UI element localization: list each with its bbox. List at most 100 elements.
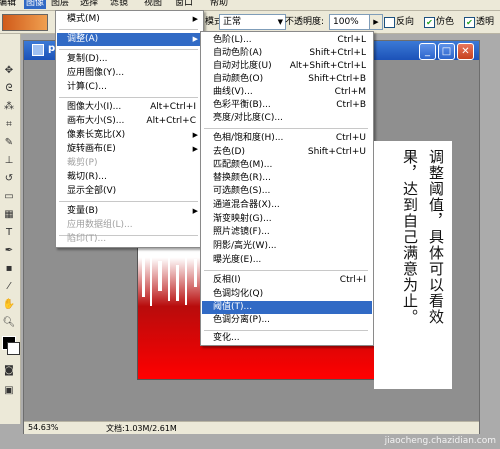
menu-help[interactable]: 帮助 (210, 0, 228, 9)
image-menu-item-variables[interactable]: 变量(B) ▶ (57, 205, 202, 218)
brush-tool-icon[interactable]: ✎ (2, 136, 16, 149)
gradient-swatch[interactable] (2, 14, 48, 31)
menu-separator (204, 270, 368, 271)
screen-mode-icon[interactable]: ▣ (2, 384, 16, 397)
image-menu-item-duplicate[interactable]: 复制(D)... (57, 53, 202, 66)
mode-value: 正常 (223, 17, 242, 27)
adjust-item-gradient-map[interactable]: 渐变映射(G)... (202, 213, 372, 226)
handwritten-note: 调整阈值，具体可以看效 果，达到自己满意为止。 (374, 141, 452, 389)
document-size: 文档:1.03M/2.61M (106, 424, 177, 433)
menu-separator (59, 97, 198, 98)
crop-tool-icon[interactable]: ⌗ (2, 118, 16, 131)
menu-view[interactable]: 视图 (144, 0, 162, 9)
background-color-swatch[interactable] (7, 342, 20, 355)
adjust-item-variations[interactable]: 变化... (202, 332, 372, 345)
adjust-item-equalize[interactable]: 色调均化(Q) (202, 288, 372, 301)
adjust-item-photo-filter[interactable]: 照片滤镜(F)... (202, 226, 372, 239)
adjust-item-desaturate[interactable]: 去色(D) Shift+Ctrl+U (202, 146, 372, 159)
move-tool-icon[interactable]: ✥ (2, 64, 16, 77)
image-menu-item-canvas-size[interactable]: 画布大小(S)... Alt+Ctrl+C (57, 115, 202, 128)
chevron-down-icon: ▼ (277, 18, 283, 26)
dither-label: 仿色 (436, 17, 455, 27)
adjust-item-hue-saturation[interactable]: 色相/饱和度(H)... Ctrl+U (202, 132, 372, 145)
menu-separator (59, 29, 198, 30)
adjust-item-auto-levels[interactable]: 自动色阶(A) Shift+Ctrl+L (202, 47, 372, 60)
submenu-arrow-icon: ▶ (192, 131, 198, 139)
opacity-label: 不透明度: (285, 17, 325, 27)
opacity-dropdown-button[interactable]: ▶ (369, 14, 383, 30)
image-menu-item-reveal-all[interactable]: 显示全部(V) (57, 185, 202, 198)
quick-mask-icon[interactable]: ◙ (2, 364, 16, 377)
adjust-item-invert[interactable]: 反相(I) Ctrl+I (202, 274, 372, 287)
image-menu-item-crop[interactable]: 裁剪(P) (57, 157, 202, 170)
menu-select[interactable]: 选择 (80, 0, 98, 9)
maximize-button[interactable]: □ (438, 43, 455, 60)
reverse-label: 反向 (396, 17, 415, 27)
shape-tool-icon[interactable]: ▪ (2, 262, 16, 275)
image-menu-item-image-size[interactable]: 图像大小(I)... Alt+Ctrl+I (57, 101, 202, 114)
adjust-item-threshold[interactable]: 阈值(T)... (202, 301, 372, 314)
adjust-item-exposure[interactable]: 曝光度(E)... (202, 254, 372, 267)
adjust-item-auto-color[interactable]: 自动颜色(O) Shift+Ctrl+B (202, 73, 372, 86)
submenu-arrow-icon: ▶ (192, 207, 198, 215)
note-column-2: 果，达到自己满意为止。 (401, 149, 419, 325)
document-icon (32, 44, 44, 56)
adjust-item-levels[interactable]: 色阶(L)... Ctrl+L (202, 34, 372, 47)
eyedropper-icon[interactable]: ⁄ (2, 280, 16, 293)
note-column-1: 调整阈值，具体可以看效 (427, 149, 445, 325)
image-menu-item-apply-image[interactable]: 应用图像(Y)... (57, 67, 202, 80)
adjust-item-brightness-contrast[interactable]: 亮度/对比度(C)... (202, 112, 372, 125)
watermark: jiaocheng.chazidian.com (384, 436, 496, 446)
adjust-item-selective-color[interactable]: 可选颜色(S)... (202, 185, 372, 198)
submenu-arrow-icon: ▶ (192, 35, 198, 43)
status-bar: 54.63% 文档:1.03M/2.61M (24, 421, 479, 434)
menu-separator (59, 49, 198, 50)
stamp-tool-icon[interactable]: ⊥ (2, 154, 16, 167)
opacity-input[interactable]: 100% (329, 14, 370, 30)
submenu-arrow-icon: ▶ (192, 15, 198, 23)
lasso-tool-icon[interactable]: ᘓ (2, 82, 16, 95)
zoom-level[interactable]: 54.63% (28, 423, 59, 432)
dither-checkbox[interactable]: ✔ (424, 17, 435, 28)
zoom-tool-icon[interactable]: 🔍︎ (2, 316, 16, 329)
adjust-item-match-color[interactable]: 匹配颜色(M)... (202, 159, 372, 172)
image-menu-item-trim[interactable]: 裁切(R)... (57, 171, 202, 184)
image-menu-item-pixel-aspect[interactable]: 像素长宽比(X) ▶ (57, 129, 202, 142)
eraser-tool-icon[interactable]: ▭ (2, 190, 16, 203)
menu-separator (59, 201, 198, 202)
hand-tool-icon[interactable]: ✋ (2, 298, 16, 311)
magic-wand-icon[interactable]: ⁂ (2, 100, 16, 113)
adjust-item-auto-contrast[interactable]: 自动对比度(U) Alt+Shift+Ctrl+L (202, 60, 372, 73)
image-menu-item-adjust[interactable]: 调整(A) ▶ (57, 33, 202, 46)
close-button[interactable]: ✕ (457, 43, 474, 60)
adjust-item-channel-mixer[interactable]: 通道混合器(X)... (202, 199, 372, 212)
image-menu-item-calculations[interactable]: 计算(C)... (57, 81, 202, 94)
adjust-item-curves[interactable]: 曲线(V)... Ctrl+M (202, 86, 372, 99)
opacity-value: 100% (333, 17, 359, 27)
transparency-checkbox[interactable]: ✔ (464, 17, 475, 28)
adjust-item-replace-color[interactable]: 替换颜色(R)... (202, 172, 372, 185)
toolbox: ✥ ᘓ ⁂ ⌗ ✎ ⊥ ↺ ▭ ▦ T ✒ ▪ ⁄ ✋ 🔍︎ ◙ ▣ (0, 34, 21, 424)
menu-filter[interactable]: 滤镜 (110, 0, 128, 9)
image-menu-item-trap[interactable]: 陷印(T)... (57, 233, 202, 246)
menu-layer[interactable]: 图层 (51, 0, 69, 9)
transparency-label: 透明 (476, 17, 495, 27)
text-tool-icon[interactable]: T (2, 226, 16, 239)
image-menu-item-rotate-canvas[interactable]: 旋转画布(E) ▶ (57, 143, 202, 156)
gradient-tool-icon[interactable]: ▦ (2, 208, 16, 221)
minimize-button[interactable]: _ (419, 43, 436, 60)
menu-separator (204, 330, 368, 331)
image-menu-item-apply-data-set[interactable]: 应用数据组(L)... (57, 219, 202, 232)
adjust-item-color-balance[interactable]: 色彩平衡(B)... Ctrl+B (202, 99, 372, 112)
reverse-checkbox[interactable] (384, 17, 395, 28)
menu-window[interactable]: 窗口 (175, 0, 193, 9)
image-menu-item-mode[interactable]: 模式(M) ▶ (57, 13, 202, 26)
adjust-item-posterize[interactable]: 色调分离(P)... (202, 314, 372, 327)
mode-select[interactable]: 正常 ▼ (219, 14, 286, 30)
menu-image[interactable]: 图像 (24, 0, 47, 9)
menu-edit[interactable]: 编辑 (0, 0, 16, 9)
history-brush-icon[interactable]: ↺ (2, 172, 16, 185)
pen-tool-icon[interactable]: ✒ (2, 244, 16, 257)
adjust-item-shadow-highlight[interactable]: 阴影/高光(W)... (202, 240, 372, 253)
submenu-arrow-icon: ▶ (192, 145, 198, 153)
